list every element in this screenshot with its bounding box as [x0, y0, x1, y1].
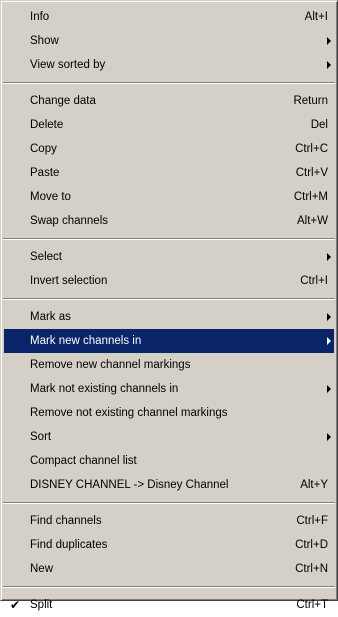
menu-item-label: Info	[30, 11, 50, 23]
menu-item-rename-disney-channel[interactable]: DISNEY CHANNEL -> Disney Channel Alt+Y	[4, 473, 334, 497]
menu-item-shortcut: Alt+I	[304, 11, 328, 23]
menu-item-label: Paste	[30, 167, 60, 179]
menu-item-compact-channel-list[interactable]: Compact channel list	[4, 449, 334, 473]
menu-item-label: Copy	[30, 143, 57, 155]
menu-item-label: DISNEY CHANNEL -> Disney Channel	[30, 479, 229, 491]
menu-item-invert-selection[interactable]: Invert selection Ctrl+I	[4, 269, 334, 293]
menu-item-swap-channels[interactable]: Swap channels Alt+W	[4, 209, 334, 233]
menu-item-label: Mark as	[30, 311, 71, 323]
menu-item-shortcut: Ctrl+M	[293, 191, 328, 203]
menu-item-shortcut: Ctrl+N	[295, 563, 328, 575]
menu-item-shortcut: Ctrl+F	[296, 515, 328, 527]
menu-item-show[interactable]: Show	[4, 29, 334, 53]
menu-item-shortcut: Alt+Y	[300, 479, 328, 491]
menu-item-label: Show	[30, 35, 59, 47]
menu-item-paste[interactable]: Paste Ctrl+V	[4, 161, 334, 185]
menu-separator	[3, 586, 335, 588]
menu-item-copy[interactable]: Copy Ctrl+C	[4, 137, 334, 161]
menu-item-split[interactable]: ✔ Split Ctrl+T	[4, 593, 334, 617]
menu-item-mark-as[interactable]: Mark as	[4, 305, 334, 329]
menu-separator	[3, 502, 335, 504]
menu-item-label: Find duplicates	[30, 539, 108, 551]
menu-item-shortcut: Ctrl+D	[295, 539, 328, 551]
menu-item-label: Mark not existing channels in	[30, 383, 179, 395]
menu-item-view-sorted-by[interactable]: View sorted by	[4, 53, 334, 77]
menu-item-find-channels[interactable]: Find channels Ctrl+F	[4, 509, 334, 533]
menu-item-shortcut: Return	[293, 95, 328, 107]
submenu-arrow-icon	[327, 61, 331, 69]
menu-item-label: Delete	[30, 119, 64, 131]
menu-item-mark-not-existing-channels-in[interactable]: Mark not existing channels in	[4, 377, 334, 401]
menu-item-change-data[interactable]: Change data Return	[4, 89, 334, 113]
menu-item-shortcut: Del	[310, 119, 328, 131]
submenu-arrow-icon	[327, 385, 331, 393]
submenu-arrow-icon	[327, 253, 331, 261]
menu-separator	[3, 298, 335, 300]
menu-item-shortcut: Ctrl+C	[295, 143, 328, 155]
submenu-arrow-icon	[327, 337, 331, 345]
menu-item-label: Find channels	[30, 515, 102, 527]
checkmark-icon: ✔	[10, 598, 21, 612]
menu-separator	[3, 238, 335, 240]
submenu-arrow-icon	[327, 37, 331, 45]
menu-item-find-duplicates[interactable]: Find duplicates Ctrl+D	[4, 533, 334, 557]
menu-item-label: Split	[30, 599, 53, 611]
menu-item-new[interactable]: New Ctrl+N	[4, 557, 334, 581]
menu-item-shortcut: Alt+W	[297, 215, 328, 227]
submenu-arrow-icon	[327, 433, 331, 441]
menu-item-delete[interactable]: Delete Del	[4, 113, 334, 137]
context-menu: Info Alt+I Show View sorted by Change da…	[0, 0, 338, 612]
menu-item-label: New	[30, 563, 54, 575]
menu-item-label: View sorted by	[30, 59, 106, 71]
menu-item-sort[interactable]: Sort	[4, 425, 334, 449]
menu-item-select[interactable]: Select	[4, 245, 334, 269]
menu-item-label: Mark new channels in	[30, 335, 142, 347]
menu-item-remove-not-existing-channel-markings[interactable]: Remove not existing channel markings	[4, 401, 334, 425]
menu-item-label: Invert selection	[30, 275, 108, 287]
menu-item-info[interactable]: Info Alt+I	[4, 5, 334, 29]
menu-item-label: Swap channels	[30, 215, 108, 227]
menu-item-shortcut: Ctrl+V	[295, 167, 328, 179]
menu-item-shortcut: Ctrl+I	[300, 275, 328, 287]
menu-item-label: Compact channel list	[30, 455, 137, 467]
menu-item-move-to[interactable]: Move to Ctrl+M	[4, 185, 334, 209]
menu-item-label: Move to	[30, 191, 71, 203]
menu-item-label: Change data	[30, 95, 96, 107]
menu-item-label: Select	[30, 251, 62, 263]
submenu-arrow-icon	[327, 313, 331, 321]
menu-item-label: Remove new channel markings	[30, 359, 191, 371]
menu-item-label: Remove not existing channel markings	[30, 407, 228, 419]
menu-item-shortcut: Ctrl+T	[296, 599, 328, 611]
menu-item-mark-new-channels-in[interactable]: Mark new channels in	[4, 329, 334, 353]
menu-item-remove-new-channel-markings[interactable]: Remove new channel markings	[4, 353, 334, 377]
menu-separator	[3, 82, 335, 84]
menu-item-label: Sort	[30, 431, 52, 443]
